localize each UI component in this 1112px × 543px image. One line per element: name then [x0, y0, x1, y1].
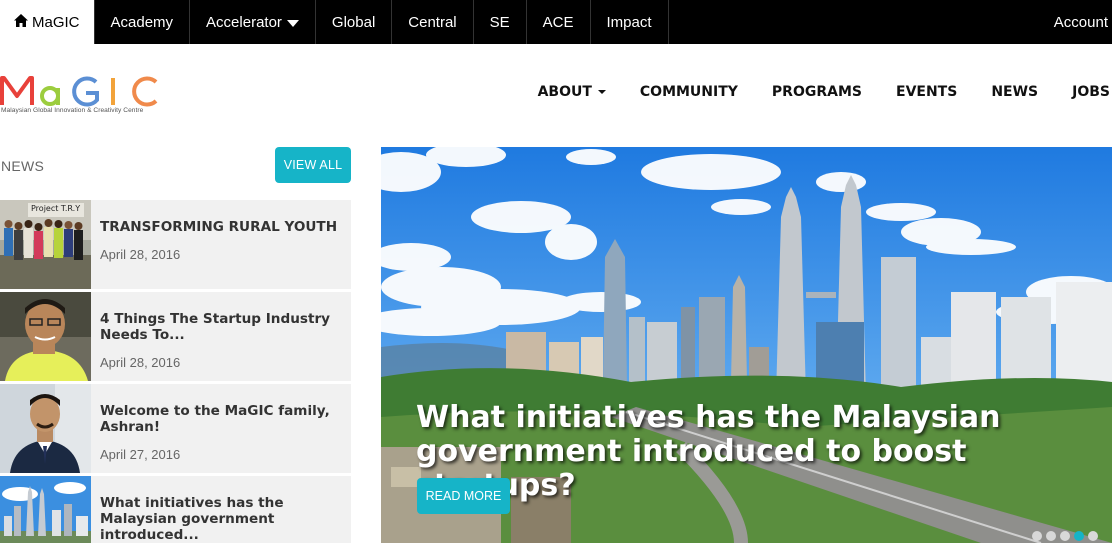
tab-label: MaGIC	[32, 13, 80, 31]
news-item[interactable]: Welcome to the MaGIC family, Ashran! Apr…	[0, 384, 351, 473]
news-date: April 27, 2016	[100, 447, 181, 462]
news-date: April 28, 2016	[100, 355, 181, 370]
tab-label: Global	[331, 13, 376, 31]
news-thumbnail	[0, 292, 91, 381]
tab-impact[interactable]: Impact	[591, 0, 669, 44]
top-navigation-bar: MaGIC Academy Accelerator Global Central…	[0, 0, 1112, 44]
thumbnail-caption: Project T.R.Y	[31, 204, 81, 213]
slider-dot[interactable]	[1060, 531, 1070, 541]
news-thumbnail	[0, 384, 91, 473]
news-title[interactable]: What initiatives has the Malaysian gover…	[100, 495, 343, 543]
nav-jobs[interactable]: JOBS	[1072, 84, 1110, 100]
nav-label: NEWS	[991, 84, 1039, 100]
news-item[interactable]: 4 Things The Startup Industry Needs To..…	[0, 292, 351, 381]
news-title[interactable]: 4 Things The Startup Industry Needs To..…	[100, 311, 343, 343]
nav-label: EVENTS	[896, 84, 958, 100]
caret-down-icon	[597, 90, 606, 94]
tab-label: ACE	[542, 13, 574, 31]
logo-tagline: Malaysian Global Innovation & Creativity…	[1, 107, 144, 114]
hero-slider[interactable]: What initiatives has the Malaysian gover…	[381, 147, 1112, 543]
slider-dot[interactable]	[1046, 531, 1056, 541]
news-date: April 28, 2016	[100, 247, 181, 262]
nav-label: ABOUT	[537, 84, 592, 100]
slider-dot[interactable]	[1088, 531, 1098, 541]
news-list: Project T.R.Y TRANSFORMING RURAL YOUTH A…	[0, 200, 351, 543]
tab-label: Impact	[606, 13, 652, 31]
tab-magic[interactable]: MaGIC	[0, 0, 95, 44]
news-thumbnail: Project T.R.Y	[0, 200, 91, 289]
slider-dot[interactable]	[1032, 531, 1042, 541]
tab-academy[interactable]: Academy	[95, 0, 191, 44]
nav-community[interactable]: COMMUNITY	[640, 84, 738, 100]
account-link[interactable]: Account	[1054, 0, 1108, 44]
news-title[interactable]: TRANSFORMING RURAL YOUTH	[100, 219, 337, 235]
news-section-heading: NEWS	[1, 158, 45, 174]
tab-label: SE	[489, 13, 510, 31]
nav-label: PROGRAMS	[771, 84, 862, 100]
nav-label: JOBS	[1072, 84, 1110, 100]
news-item[interactable]: What initiatives has the Malaysian gover…	[0, 476, 351, 543]
news-title[interactable]: Welcome to the MaGIC family, Ashran!	[100, 403, 343, 435]
hero-headline[interactable]: What initiatives has the Malaysian gover…	[416, 401, 1106, 503]
slider-pagination	[1032, 531, 1098, 541]
slider-dot-active[interactable]	[1074, 531, 1084, 541]
view-all-button[interactable]: VIEW ALL	[275, 147, 351, 183]
nav-news[interactable]: NEWS	[991, 84, 1038, 100]
tab-label: Academy	[110, 13, 174, 31]
tab-label: Accelerator	[206, 13, 282, 31]
tab-global[interactable]: Global	[316, 0, 393, 44]
tab-ace[interactable]: ACE	[527, 0, 591, 44]
magic-logo[interactable]: Malaysian Global Innovation & Creativity…	[0, 72, 165, 118]
tab-accelerator[interactable]: Accelerator	[190, 0, 316, 44]
news-item[interactable]: Project T.R.Y TRANSFORMING RURAL YOUTH A…	[0, 200, 351, 289]
news-thumbnail	[0, 476, 91, 543]
tab-central[interactable]: Central	[392, 0, 474, 44]
nav-label: COMMUNITY	[639, 84, 738, 100]
nav-programs[interactable]: PROGRAMS	[772, 84, 862, 100]
read-more-button[interactable]: READ MORE	[417, 478, 510, 514]
tab-label: Central	[408, 13, 457, 31]
tab-se[interactable]: SE	[474, 0, 527, 44]
nav-events[interactable]: EVENTS	[896, 84, 957, 100]
caret-down-icon	[286, 19, 299, 27]
home-icon	[14, 13, 28, 31]
main-navigation: ABOUT COMMUNITY PROGRAMS EVENTS NEWS JOB…	[504, 84, 1110, 100]
nav-about[interactable]: ABOUT	[538, 84, 606, 100]
